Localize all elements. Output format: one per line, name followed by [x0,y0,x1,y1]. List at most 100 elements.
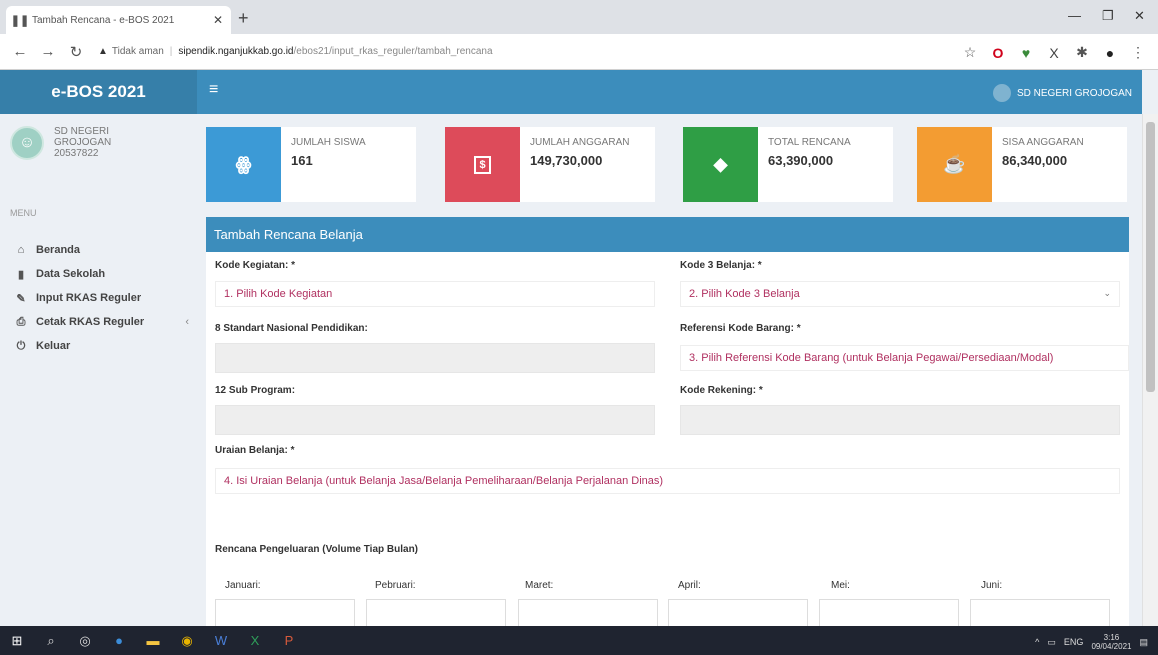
main-content: ꙮ JUMLAH SISWA 161 $ JUMLAH ANGGARAN 149… [197,114,1142,626]
tag-icon: ◆ [683,127,758,202]
profile-avatar-icon[interactable]: ● [1102,45,1118,61]
print-icon: ⎙ [16,315,26,328]
forward-icon[interactable]: → [40,43,56,60]
sidebar-item-cetak-rkas[interactable]: ⎙ Cetak RKAS Reguler ‹ [14,310,189,334]
stat-value: 149,730,000 [530,153,603,168]
month-label-maret: Maret: [525,580,554,591]
sidebar-item-data-sekolah[interactable]: ▮ Data Sekolah [14,262,189,286]
url-host: sipendik.nganjukkab.go.id [178,46,294,57]
url-field[interactable]: ▲ Tidak aman | sipendik.nganjukkab.go.id… [98,46,493,57]
bookmark-star-icon[interactable]: ☆ [962,44,978,61]
chrome-icon[interactable]: ◉ [170,626,204,655]
month-label-januari: Januari: [225,580,261,591]
minimize-icon[interactable]: — [1068,8,1081,23]
browser-tab[interactable]: ❚❚ Tambah Rencana - e-BOS 2021 ✕ [6,6,231,34]
month-input-maret[interactable] [518,599,658,626]
close-window-icon[interactable]: ✕ [1134,8,1145,24]
edit-icon: ✎ [16,292,26,305]
money-icon: $ [445,127,520,202]
language-indicator[interactable]: ENG [1064,637,1084,647]
book-icon: ▮ [17,268,25,281]
stat-box-anggaran: $ JUMLAH ANGGARAN 149,730,000 [445,127,655,202]
extensions-puzzle-icon[interactable]: ✱ [1074,44,1090,61]
tab-title: Tambah Rencana - e-BOS 2021 [32,14,175,26]
pause-icon: ❚❚ [10,14,30,27]
snp-field [215,343,655,373]
sidebar-item-label: Cetak RKAS Reguler [36,316,145,328]
kode-kegiatan-value: 1. Pilih Kode Kegiatan [224,288,333,300]
word-icon[interactable]: W [204,626,238,655]
kode-kegiatan-label: Kode Kegiatan: * [215,260,296,271]
stat-label: JUMLAH ANGGARAN [530,137,630,148]
windows-taskbar: ⊞ ⌕ ◎ ● ▬ ◉ W X P ^ ▭ ENG 3:16 09/04/202… [0,626,1158,655]
rekening-field [680,405,1120,435]
month-input-april[interactable] [668,599,808,626]
network-icon[interactable]: ▭ [1047,637,1056,648]
sidebar-item-label: Data Sekolah [36,268,106,280]
menu-toggle-icon[interactable]: ≡ [209,81,218,99]
notification-icon[interactable]: ▤ [1139,637,1148,648]
powerpoint-icon[interactable]: P [272,626,306,655]
month-input-januari[interactable] [215,599,355,626]
back-icon[interactable]: ← [12,43,28,60]
url-divider: | [169,46,173,57]
ref-kode-barang-select[interactable]: 3. Pilih Referensi Kode Barang (untuk Be… [680,345,1129,371]
extension-x-icon[interactable]: X [1046,45,1062,61]
month-input-pebruari[interactable] [366,599,506,626]
kode3-select[interactable]: 2. Pilih Kode 3 Belanja ⌄ [680,281,1120,307]
subprogram-label: 12 Sub Program: [215,385,296,396]
uraian-value: 4. Isi Uraian Belanja (untuk Belanja Jas… [224,475,664,487]
extension-leaf-icon[interactable]: ♥ [1018,45,1034,61]
scrollbar-thumb[interactable] [1146,122,1155,392]
rekening-label: Kode Rekening: * [680,385,763,396]
task-view-icon[interactable]: ◎ [68,626,102,655]
panel-title: Tambah Rencana Belanja [206,217,1129,252]
edge-icon[interactable]: ● [102,626,136,655]
month-label-april: April: [678,580,701,591]
user-avatar-icon: ☺ [10,126,44,160]
file-explorer-icon[interactable]: ▬ [136,626,170,655]
avatar [992,84,1011,102]
month-input-mei[interactable] [819,599,959,626]
close-tab-icon[interactable]: ✕ [213,13,223,27]
sidebar-item-label: Beranda [36,244,81,256]
sidebar-item-input-rkas[interactable]: ✎ Input RKAS Reguler [14,286,189,310]
menu-header: MENU [10,208,37,218]
school-name-line1: SD NEGERI [54,126,110,137]
coffee-icon: ☕ [917,127,992,202]
chevron-down-icon: ⌄ [1103,288,1111,298]
uraian-input[interactable]: 4. Isi Uraian Belanja (untuk Belanja Jas… [215,468,1120,494]
opera-icon[interactable]: O [990,45,1006,61]
ref-value: 3. Pilih Referensi Kode Barang (untuk Be… [689,352,1054,364]
stat-box-siswa: ꙮ JUMLAH SISWA 161 [206,127,416,202]
clock-date: 09/04/2021 [1091,642,1132,651]
month-label-mei: Mei: [831,580,850,591]
kode-kegiatan-select[interactable]: 1. Pilih Kode Kegiatan [215,281,655,307]
search-icon[interactable]: ⌕ [34,626,68,655]
tray-arrow-icon[interactable]: ^ [1035,637,1039,647]
sidebar-item-keluar[interactable]: ⏻ Keluar [14,334,189,358]
page-scrollbar[interactable] [1142,114,1158,626]
browser-tab-strip: ❚❚ Tambah Rencana - e-BOS 2021 ✕ + — ❐ ✕ [0,0,1158,34]
npsn: 20537822 [54,148,99,159]
school-name-top: SD NEGERI GROJOGAN [1016,87,1132,99]
restore-icon[interactable]: ❐ [1102,8,1114,24]
excel-icon[interactable]: X [238,626,272,655]
clock-time: 3:16 [1103,633,1120,642]
stat-label: SISA ANGGARAN [1002,137,1084,148]
month-input-juni[interactable] [970,599,1110,626]
browser-menu-icon[interactable]: ⋮ [1130,44,1146,61]
user-menu[interactable]: SD NEGERI GROJOGAN [992,84,1132,102]
app-logo[interactable]: e-BOS 2021 [0,70,197,114]
clock[interactable]: 3:16 09/04/2021 [1091,633,1131,651]
extension-toolbar: ☆ O ♥ X ✱ ● ⋮ [962,44,1146,61]
users-icon: ꙮ [206,127,281,202]
new-tab-button[interactable]: + [238,8,249,29]
stat-label: JUMLAH SISWA [291,137,366,148]
form-panel: Tambah Rencana Belanja Kode Kegiatan: * … [206,217,1129,626]
sidebar-item-beranda[interactable]: ⌂ Beranda [14,238,189,262]
url-path: /ebos21/input_rkas_reguler/tambah_rencan… [293,46,493,57]
rencana-label: Rencana Pengeluaran (Volume Tiap Bulan) [215,544,419,555]
reload-icon[interactable]: ↻ [68,43,84,61]
windows-start-icon[interactable]: ⊞ [0,626,34,655]
